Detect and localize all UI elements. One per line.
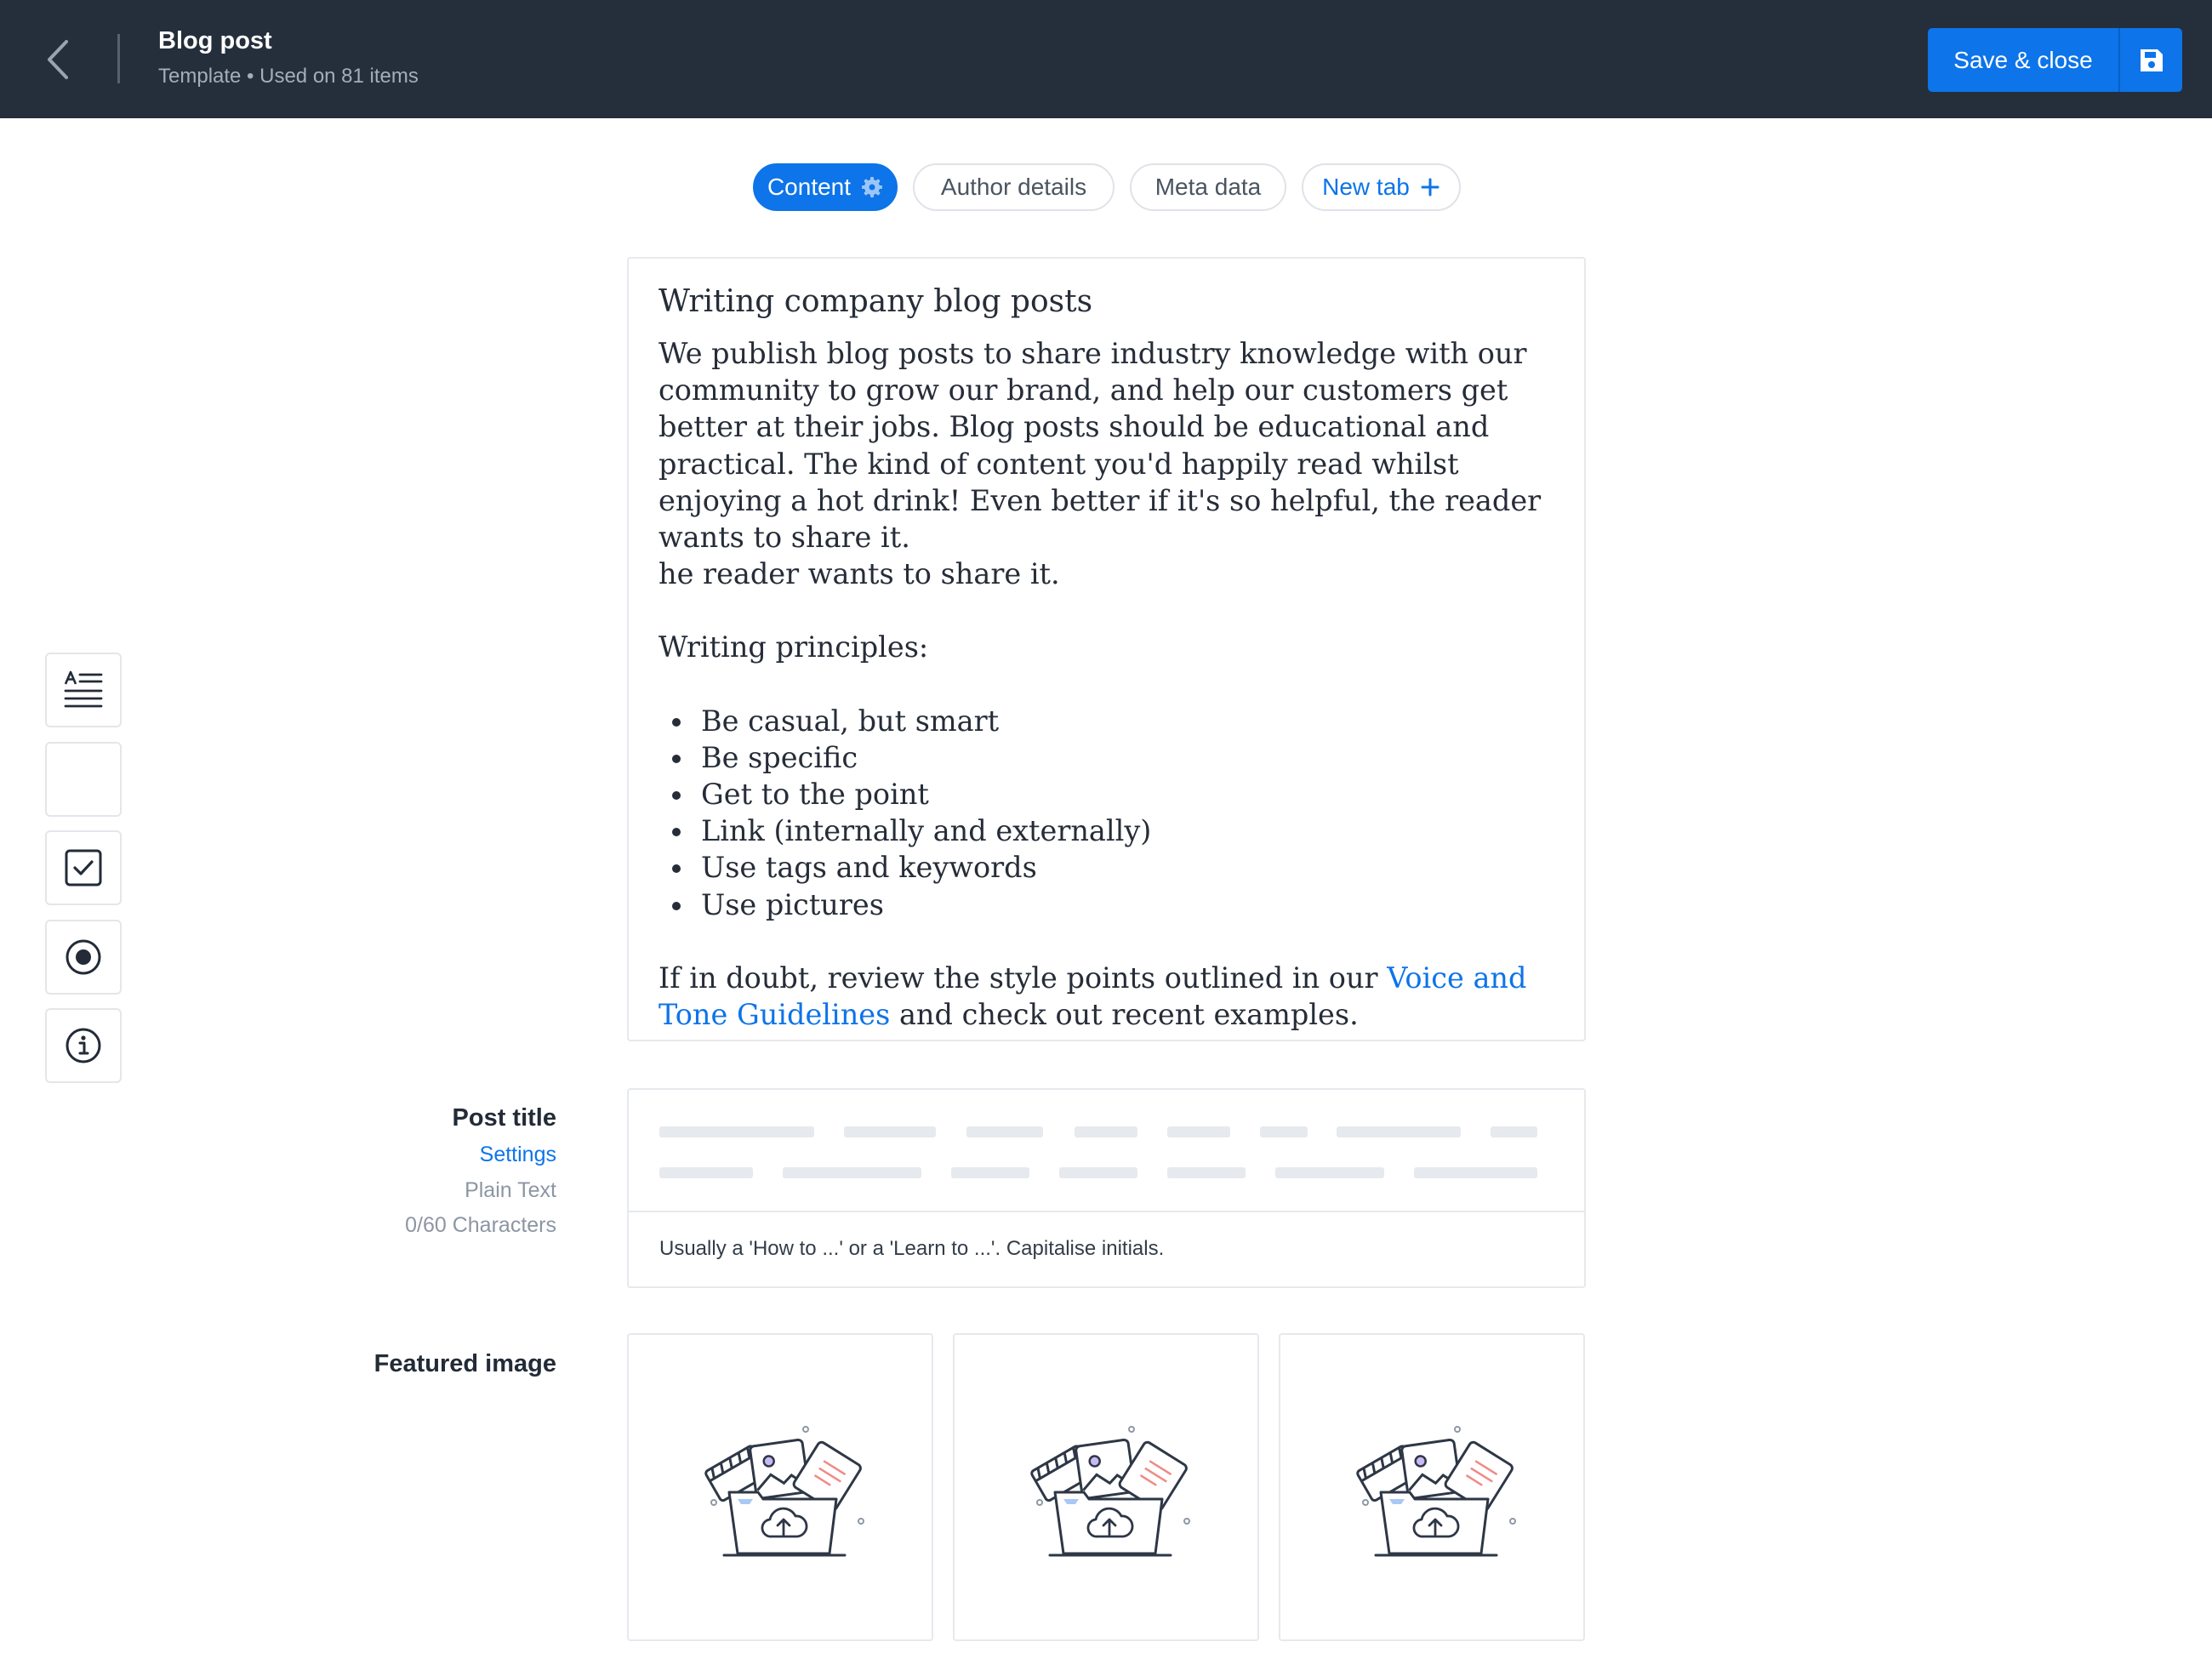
placeholder-line: [966, 1126, 1043, 1137]
post-title-type: Plain Text: [465, 1178, 556, 1202]
tool-checkbox[interactable]: [45, 830, 122, 905]
guidance-card: Writing company blog posts We publish bl…: [627, 257, 1586, 1041]
list-item: Get to the point: [658, 776, 1555, 812]
list-item: Use tags and keywords: [658, 849, 1555, 886]
guidance-outro: If in doubt, review the style points out…: [658, 960, 1555, 1033]
placeholder-line: [1059, 1167, 1137, 1178]
tool-blank[interactable]: [45, 742, 122, 817]
post-title-help-text: Usually a 'How to ...' or a 'Learn to ..…: [629, 1211, 1584, 1288]
placeholder-line: [1167, 1126, 1230, 1137]
save-close-button[interactable]: Save & close: [1928, 28, 2118, 92]
outro-text: If in doubt, review the style points out…: [658, 961, 1388, 995]
post-title-label: Post title: [452, 1104, 556, 1132]
back-button[interactable]: [34, 30, 85, 89]
upload-folder-icon: [704, 1426, 864, 1557]
post-title-settings-link[interactable]: Settings: [480, 1143, 556, 1167]
guidance-intro-fragment: he reader wants to share it.: [658, 557, 1060, 591]
tab-content-label: Content: [767, 174, 852, 200]
principles-list: Be casual, but smart Be specific Get to …: [658, 703, 1555, 923]
featured-image-label: Featured image: [373, 1350, 556, 1377]
tab-meta-data[interactable]: Meta data: [1130, 163, 1286, 211]
tab-content[interactable]: Content: [753, 163, 898, 211]
tool-text-block[interactable]: [45, 653, 122, 727]
principles-heading: Writing principles:: [658, 630, 929, 664]
list-item: Be specific: [658, 739, 1555, 776]
text-block-icon: [64, 670, 103, 708]
top-bar: Blog post Template • Used on 81 items Sa…: [0, 0, 2212, 118]
image-upload-slot[interactable]: [627, 1333, 933, 1641]
guidance-heading: Writing company blog posts: [658, 284, 1093, 319]
image-upload-slot[interactable]: [953, 1333, 1259, 1641]
placeholder-line: [783, 1167, 921, 1178]
radio-icon: [66, 939, 101, 975]
placeholder-line: [1275, 1167, 1384, 1178]
floppy-disk-icon: [2140, 48, 2163, 71]
tool-info[interactable]: [45, 1008, 122, 1083]
plus-icon: [1421, 178, 1440, 197]
image-upload-slot[interactable]: [1279, 1333, 1585, 1641]
placeholder-line: [659, 1167, 753, 1178]
placeholder-line: [1491, 1126, 1537, 1137]
tab-author-details[interactable]: Author details: [913, 163, 1115, 211]
tab-author-details-label: Author details: [940, 174, 1087, 200]
chevron-left-icon: [48, 40, 68, 79]
page-title: Blog post: [158, 27, 272, 54]
guidance-intro: We publish blog posts to share industry …: [658, 337, 1542, 555]
outro-text-end: and check out recent examples.: [890, 998, 1359, 1032]
page-subtitle: Template • Used on 81 items: [158, 65, 419, 88]
topbar-divider: [117, 34, 120, 83]
tab-new-label: New tab: [1322, 174, 1410, 200]
save-button-group: Save & close: [1928, 28, 2182, 92]
placeholder-line: [1075, 1126, 1137, 1137]
placeholder-line: [1260, 1126, 1308, 1137]
upload-folder-icon: [1356, 1426, 1516, 1557]
placeholder-line: [1167, 1167, 1246, 1178]
save-button[interactable]: [2118, 28, 2182, 92]
placeholder-line: [951, 1167, 1029, 1178]
placeholder-line: [844, 1126, 936, 1137]
list-item: Use pictures: [658, 887, 1555, 923]
tool-radio[interactable]: [45, 920, 122, 995]
tab-meta-data-label: Meta data: [1154, 174, 1262, 200]
placeholder-line: [1337, 1126, 1461, 1137]
placeholder-line: [1414, 1167, 1537, 1178]
checkbox-icon: [65, 849, 102, 887]
list-item: Be casual, but smart: [658, 703, 1555, 739]
post-title-input[interactable]: [629, 1090, 1584, 1211]
info-icon: [66, 1028, 101, 1063]
tab-new[interactable]: New tab: [1302, 163, 1461, 211]
placeholder-line: [659, 1126, 814, 1137]
post-title-field: Usually a 'How to ...' or a 'Learn to ..…: [627, 1088, 1586, 1288]
list-item: Link (internally and externally): [658, 812, 1555, 849]
post-title-char-count: 0/60 Characters: [405, 1213, 556, 1237]
gear-icon[interactable]: [861, 176, 883, 198]
upload-folder-icon: [1030, 1426, 1190, 1557]
